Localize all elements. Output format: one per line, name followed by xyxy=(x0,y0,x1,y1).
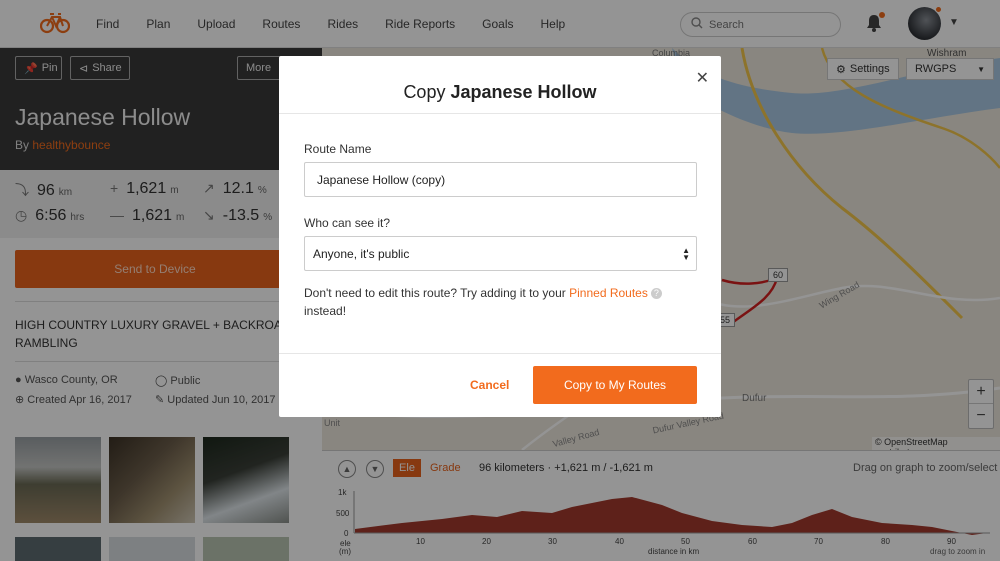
select-arrows-icon: ▲ ▼ xyxy=(682,246,690,262)
route-name-input[interactable] xyxy=(317,172,677,187)
close-icon[interactable]: ✕ xyxy=(696,68,709,88)
help-icon[interactable]: ? xyxy=(650,288,662,299)
modal-title-name: Japanese Hollow xyxy=(450,82,597,102)
copy-to-my-routes-button[interactable]: Copy to My Routes xyxy=(533,366,697,404)
copy-route-modal: Copy Japanese Hollow ✕ Route Name Who ca… xyxy=(279,56,721,417)
visibility-label: Who can see it? xyxy=(304,216,391,230)
hint-text-end: instead! xyxy=(304,304,347,318)
cancel-button[interactable]: Cancel xyxy=(470,378,509,392)
pinned-routes-hint: Don't need to edit this route? Try addin… xyxy=(304,284,704,320)
modal-title: Copy Japanese Hollow xyxy=(279,56,721,114)
visibility-select[interactable]: Anyone, it's public ▲ ▼ xyxy=(304,236,697,271)
modal-footer-divider xyxy=(279,353,721,354)
hint-text: Don't need to edit this route? Try addin… xyxy=(304,286,566,300)
route-name-label: Route Name xyxy=(304,142,372,156)
modal-title-prefix: Copy xyxy=(403,82,446,102)
route-name-field[interactable] xyxy=(304,162,697,197)
visibility-selected-value: Anyone, it's public xyxy=(313,246,410,261)
pinned-routes-link[interactable]: Pinned Routes xyxy=(569,286,648,300)
